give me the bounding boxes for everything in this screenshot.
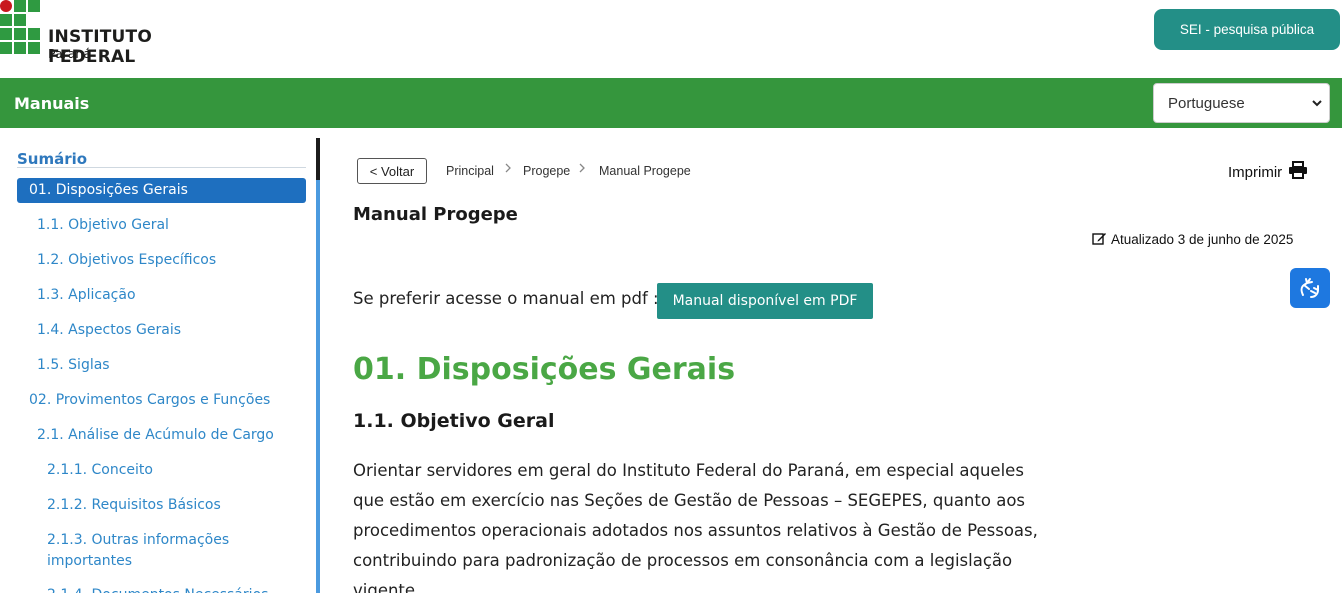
toc-item-disposicoes-gerais[interactable]: 01. Disposições Gerais	[17, 178, 306, 203]
table-of-contents: Sumário 01. Disposições Gerais 1.1. Obje…	[0, 128, 316, 593]
toc-item-outras-informacoes[interactable]: 2.1.3. Outras informações importantes	[47, 530, 247, 572]
sign-language-accessibility-icon[interactable]	[1290, 268, 1330, 308]
print-label: Imprimir	[1228, 163, 1283, 181]
chevron-right-icon	[578, 162, 586, 177]
toc-item-siglas[interactable]: 1.5. Siglas	[37, 355, 110, 376]
breadcrumb-progepe[interactable]: Progepe	[523, 164, 570, 178]
site-header: INSTITUTO FEDERAL Paraná SEI - pesquisa …	[0, 0, 1342, 78]
manuals-bar: Manuais Portuguese	[0, 78, 1342, 128]
edit-icon	[1092, 231, 1107, 248]
logo-subtitle: Paraná	[48, 46, 92, 61]
sei-search-button[interactable]: SEI - pesquisa pública	[1154, 9, 1340, 50]
main-content: < Voltar Principal Progepe Manual Progep…	[325, 128, 1325, 593]
section-title: Manuais	[14, 94, 90, 113]
body-paragraph: Orientar servidores em geral do Institut…	[353, 461, 1038, 593]
breadcrumb-current: Manual Progepe	[599, 164, 691, 178]
chevron-right-icon	[504, 162, 512, 177]
updated-date: Atualizado 3 de junho de 2025	[1092, 231, 1293, 248]
pdf-prompt: Se preferir acesse o manual em pdf :	[353, 289, 659, 308]
toc-item-objetivo-geral[interactable]: 1.1. Objetivo Geral	[37, 215, 169, 236]
print-button[interactable]: Imprimir	[1228, 161, 1308, 183]
language-selected-value: Portuguese	[1168, 94, 1245, 112]
chevron-down-icon	[1311, 97, 1323, 112]
sidebar-scrollbar[interactable]	[316, 138, 320, 593]
toc-item-objetivos-especificos[interactable]: 1.2. Objetivos Específicos	[37, 250, 216, 271]
subsection-heading: 1.1. Objetivo Geral	[353, 410, 555, 432]
sidebar-scrollbar-thumb[interactable]	[316, 138, 320, 180]
toc-item-acumulo-cargo[interactable]: 2.1. Análise de Acúmulo de Cargo	[37, 425, 274, 446]
toc-title: Sumário	[17, 150, 88, 168]
toc-item-documentos[interactable]: 2.1.4. Documentos Necessários	[47, 585, 268, 593]
toc-item-conceito[interactable]: 2.1.1. Conceito	[47, 460, 153, 481]
toc-item-requisitos-basicos[interactable]: 2.1.2. Requisitos Básicos	[47, 495, 221, 516]
breadcrumb-principal[interactable]: Principal	[446, 164, 494, 178]
language-select[interactable]: Portuguese	[1153, 83, 1330, 123]
toc-item-aplicacao[interactable]: 1.3. Aplicação	[37, 285, 136, 306]
back-button[interactable]: < Voltar	[357, 158, 427, 184]
page-title: Manual Progepe	[353, 204, 518, 225]
if-parana-logo[interactable]: INSTITUTO FEDERAL Paraná	[0, 0, 230, 70]
logo-mark	[0, 0, 44, 62]
toc-item-aspectos-gerais[interactable]: 1.4. Aspectos Gerais	[37, 320, 181, 341]
updated-text: Atualizado 3 de junho de 2025	[1111, 232, 1294, 247]
printer-icon	[1288, 161, 1308, 183]
toc-item-provimentos[interactable]: 02. Provimentos Cargos e Funções	[29, 390, 270, 411]
section-heading: 01. Disposições Gerais	[353, 352, 736, 387]
pdf-manual-button[interactable]: Manual disponível em PDF	[657, 283, 873, 319]
toc-divider	[17, 167, 306, 168]
